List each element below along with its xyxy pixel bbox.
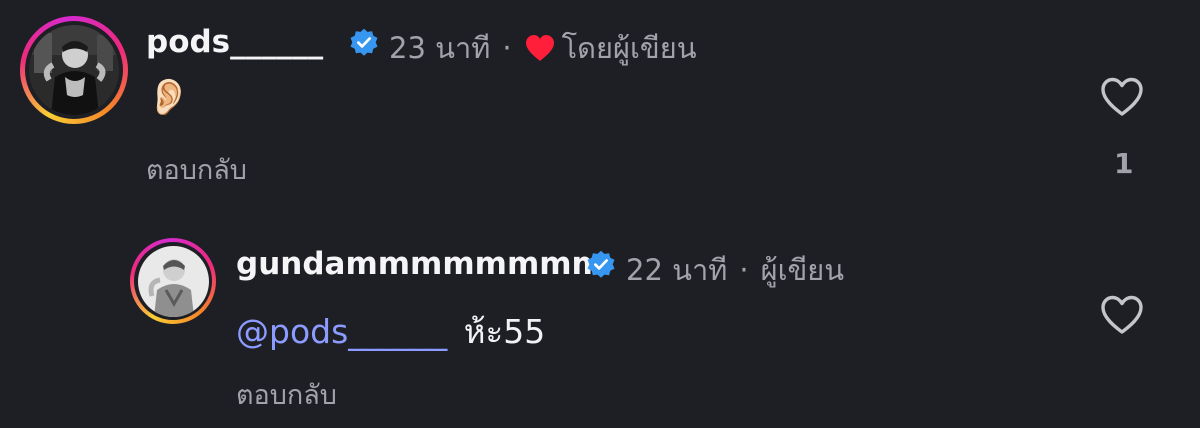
avatar-gundam[interactable]: [130, 238, 216, 324]
comment-text: ห้ะ55: [463, 312, 546, 351]
timestamp[interactable]: 23 นาที: [389, 25, 490, 71]
comment-body-gundam: @pods______ ห้ะ55: [236, 305, 545, 358]
comment-meta-pods: 23 นาที · โดยผู้เขียน: [389, 25, 697, 71]
username-gundam[interactable]: gundammmmmmmm: [236, 246, 604, 282]
verified-badge-icon: [587, 250, 615, 278]
meta-separator: ·: [739, 253, 749, 287]
heart-outline-icon[interactable]: [1099, 294, 1145, 336]
meta-separator: ·: [502, 31, 512, 65]
comment-meta-gundam: 22 นาที · ผู้เขียน: [626, 247, 844, 293]
verified-badge-icon: [350, 28, 378, 56]
reply-button-gundam[interactable]: ตอบกลับ: [236, 373, 337, 416]
timestamp[interactable]: 22 นาที: [626, 247, 727, 293]
like-count-pods: 1: [1114, 147, 1134, 180]
comment-body-emoji: 👂🏻: [146, 77, 191, 118]
heart-filled-icon: [525, 35, 554, 61]
heart-outline-icon[interactable]: [1099, 76, 1145, 118]
avatar-photo-pods: [29, 25, 119, 115]
liked-by-author-label: โดยผู้เขียน: [561, 31, 697, 65]
author-label: ผู้เขียน: [760, 253, 845, 287]
username-pods[interactable]: pods______: [146, 24, 323, 60]
mention-link[interactable]: @pods______: [236, 312, 447, 351]
reply-button-pods[interactable]: ตอบกลับ: [146, 148, 247, 191]
avatar-photo-gundam: [137, 245, 209, 317]
comment-thread: pods______ 23 นาที · โดยผู้เขียน 👂🏻 ตอบก…: [0, 0, 1200, 428]
avatar-pods[interactable]: [20, 16, 128, 124]
